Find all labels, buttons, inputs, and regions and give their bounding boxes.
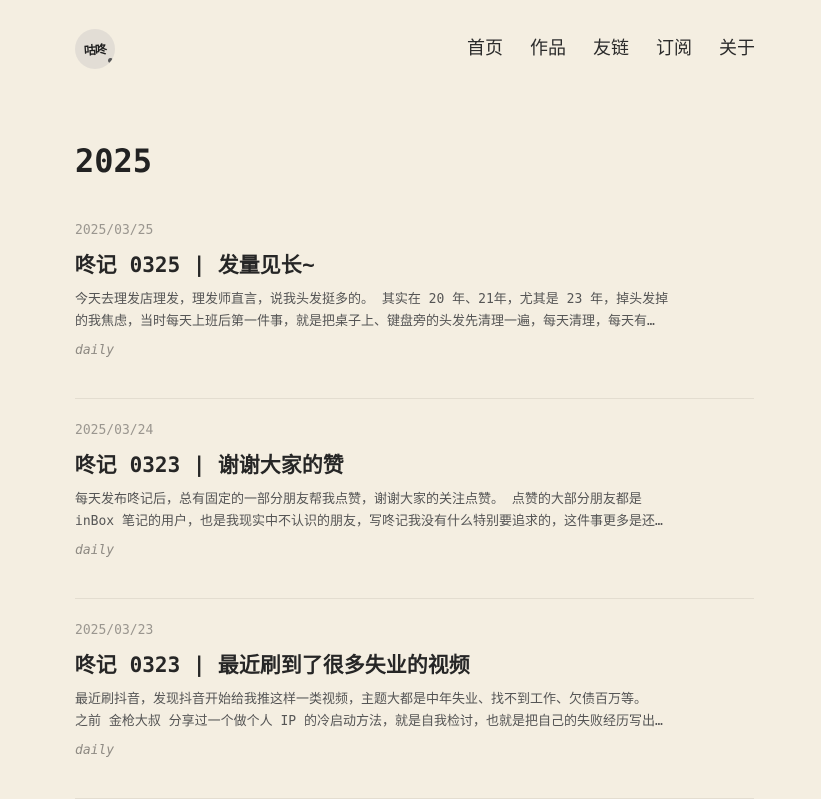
post-date: 2025/03/25 (75, 223, 154, 238)
post-tag[interactable]: daily (75, 342, 114, 360)
year-heading: 2025 (75, 142, 153, 180)
nav-item-about[interactable]: 关于 (719, 37, 755, 61)
post-excerpt: 最近刷抖音，发现抖音开始给我推这样一类视频，主题大都是中年失业、找不到工作、欠债… (75, 689, 754, 733)
post-excerpt-line: 今天去理发店理发，理发师直言，说我头发挺多的。 其实在 20 年、21年，尤其是… (75, 292, 669, 307)
main-nav: 首页 作品 友链 订阅 关于 (440, 37, 755, 61)
nav-item-subscribe[interactable]: 订阅 (656, 37, 692, 61)
post-item: 2025/03/23 咚记 0323 | 最近刷到了很多失业的视频 最近刷抖音，… (75, 620, 754, 799)
post-excerpt: 今天去理发店理发，理发师直言，说我头发挺多的。 其实在 20 年、21年，尤其是… (75, 289, 754, 333)
post-title-link[interactable]: 咚记 0323 | 谢谢大家的赞 (75, 450, 754, 480)
nav-item-works[interactable]: 作品 (530, 37, 566, 61)
post-excerpt-line: 每天发布咚记后，总有固定的一部分朋友帮我点赞，谢谢大家的关注点赞。 点赞的大部分… (75, 492, 642, 507)
post-excerpt-line: inBox 笔记的用户，也是我现实中不认识的朋友，写咚记我没有什么特别要追求的，… (75, 514, 663, 529)
main-content: 2025 2025/03/25 咚记 0325 | 发量见长~ 今天去理发店理发… (75, 140, 754, 799)
post-date: 2025/03/23 (75, 623, 154, 638)
post-list: 2025/03/25 咚记 0325 | 发量见长~ 今天去理发店理发，理发师直… (75, 220, 754, 799)
logo-ink-splash (108, 58, 113, 63)
post-excerpt-line: 的我焦虑，当时每天上班后第一件事，就是把桌子上、键盘旁的头发先清理一遍，每天清理… (75, 314, 655, 329)
post-item: 2025/03/24 咚记 0323 | 谢谢大家的赞 每天发布咚记后，总有固定… (75, 420, 754, 599)
site-logo[interactable]: 咕咚 (75, 29, 115, 69)
post-tag[interactable]: daily (75, 542, 114, 560)
post-excerpt-line: 之前 金枪大叔 分享过一个做个人 IP 的冷启动方法，就是自我检讨，也就是把自己… (75, 714, 663, 729)
post-tag[interactable]: daily (75, 742, 114, 760)
post-date: 2025/03/24 (75, 423, 154, 438)
post-item: 2025/03/25 咚记 0325 | 发量见长~ 今天去理发店理发，理发师直… (75, 220, 754, 399)
site-header: 咕咚 首页 作品 友链 订阅 关于 (0, 0, 821, 100)
post-excerpt-line: 最近刷抖音，发现抖音开始给我推这样一类视频，主题大都是中年失业、找不到工作、欠债… (75, 692, 648, 707)
post-title-link[interactable]: 咚记 0325 | 发量见长~ (75, 250, 754, 280)
post-title-link[interactable]: 咚记 0323 | 最近刷到了很多失业的视频 (75, 650, 754, 680)
post-excerpt: 每天发布咚记后，总有固定的一部分朋友帮我点赞，谢谢大家的关注点赞。 点赞的大部分… (75, 489, 754, 533)
nav-item-home[interactable]: 首页 (467, 37, 503, 61)
logo-text: 咕咚 (83, 41, 107, 58)
nav-item-friends[interactable]: 友链 (593, 37, 629, 61)
